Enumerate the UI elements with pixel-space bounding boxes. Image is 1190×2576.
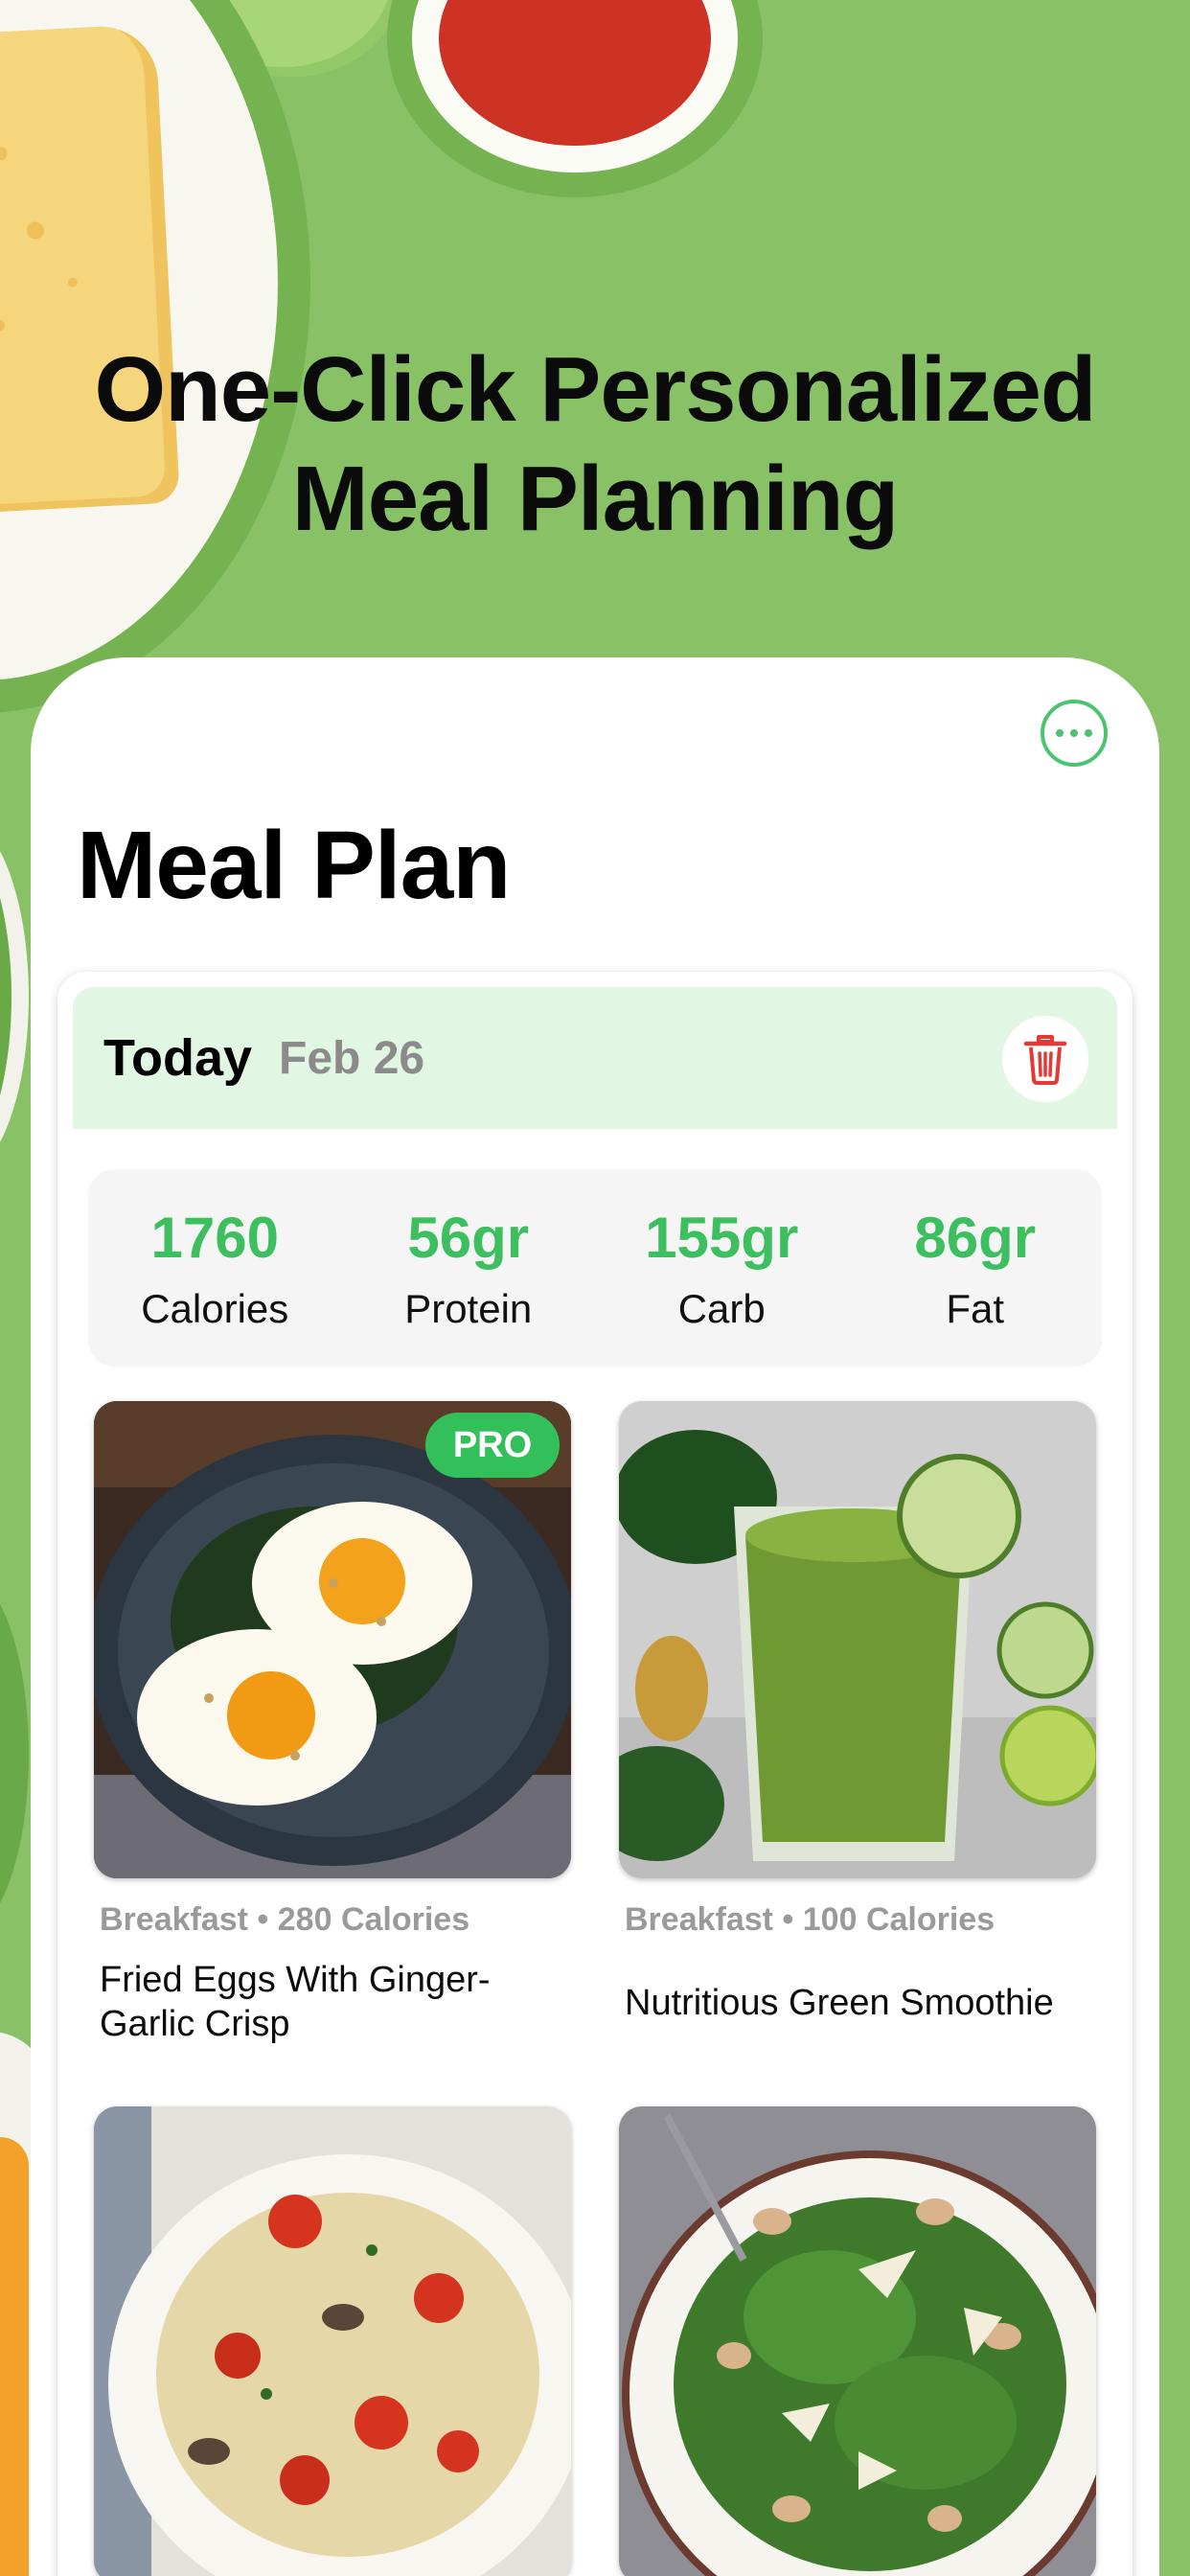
pro-badge: PRO bbox=[425, 1413, 560, 1478]
meal-meta: Breakfast • 280 Calories bbox=[100, 1901, 470, 1938]
hero-title-line1: One-Click Personalized bbox=[94, 338, 1096, 441]
ellipsis-circle-icon bbox=[1056, 729, 1064, 737]
background-plate-edge bbox=[0, 1572, 29, 1936]
green-smoothie-photo bbox=[619, 1401, 1096, 1878]
meal-plan-card: Today Feb 26 1760 Calories 56gr Protein … bbox=[57, 972, 1133, 2576]
hero-title: One-Click Personalized Meal Planning bbox=[0, 335, 1190, 554]
delete-day-button[interactable] bbox=[1002, 1016, 1088, 1102]
trash-icon bbox=[1023, 1035, 1067, 1085]
background-sauce-bowl bbox=[412, 0, 738, 172]
macro-value: 56gr bbox=[407, 1206, 530, 1270]
macro-value: 155gr bbox=[645, 1206, 799, 1270]
background-plate-edge bbox=[0, 815, 29, 1179]
macro-protein: 56gr Protein bbox=[349, 1204, 588, 1332]
meal-card-pasta[interactable] bbox=[94, 2106, 571, 2576]
meal-meta: Breakfast • 100 Calories bbox=[625, 1901, 995, 1938]
fried-eggs-photo: PRO bbox=[94, 1401, 571, 1878]
meal-name: Fried Eggs With Ginger-Garlic Crisp bbox=[100, 1960, 491, 2044]
meal-card-fried-eggs[interactable]: PRO Breakfast • 280 Calories Fried Eggs … bbox=[94, 1401, 571, 2046]
page-title: Meal Plan bbox=[77, 812, 511, 919]
hero-title-line2: Meal Planning bbox=[291, 448, 899, 550]
salad-photo bbox=[619, 2106, 1096, 2576]
macro-carb: 155gr Carb bbox=[602, 1204, 841, 1332]
macro-label: Protein bbox=[404, 1286, 533, 1331]
macro-label: Carb bbox=[677, 1286, 766, 1331]
pasta-photo bbox=[94, 2106, 571, 2576]
day-date: Feb 26 bbox=[279, 1032, 425, 1084]
macro-calories: 1760 Calories bbox=[95, 1204, 334, 1332]
macro-fat: 86gr Fat bbox=[856, 1204, 1095, 1332]
meal-name: Nutritious Green Smoothie bbox=[625, 1983, 1054, 2023]
meal-card-green-smoothie[interactable]: Breakfast • 100 Calories Nutritious Gree… bbox=[619, 1401, 1096, 2025]
more-options-button[interactable] bbox=[1041, 700, 1108, 767]
macro-label: Fat bbox=[946, 1286, 1005, 1331]
macro-summary: 1760 Calories 56gr Protein 155gr Carb 86… bbox=[88, 1169, 1102, 1367]
macro-value: 86gr bbox=[914, 1206, 1037, 1270]
day-label: Today bbox=[103, 1029, 253, 1087]
day-header: Today Feb 26 bbox=[73, 987, 1117, 1129]
macro-label: Calories bbox=[141, 1286, 289, 1331]
phone-screen: Meal Plan Today Feb 26 1760 Calories 56g… bbox=[31, 657, 1159, 2576]
macro-value: 1760 bbox=[150, 1206, 279, 1270]
meal-card-salad[interactable] bbox=[619, 2106, 1096, 2576]
